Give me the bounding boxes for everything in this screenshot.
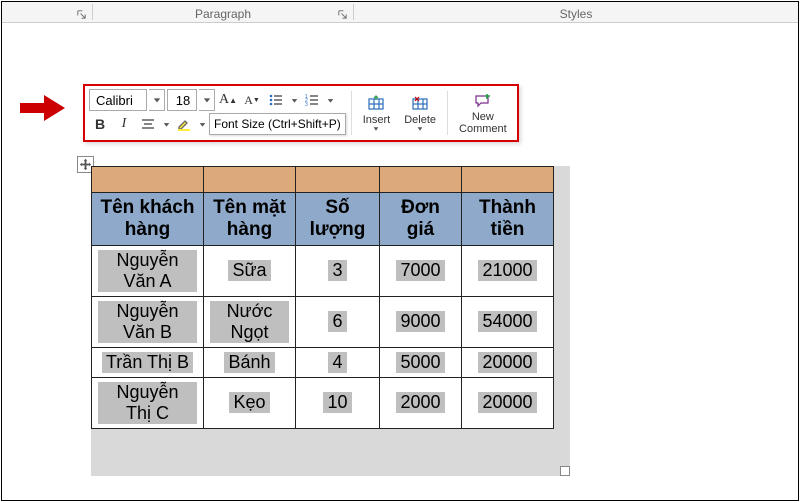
table-row[interactable]: Nguyễn Thị C Kẹo 10 2000 20000 (92, 377, 554, 428)
highlight-dropdown-icon[interactable] (197, 113, 207, 135)
cell: Trần Thị B (102, 352, 193, 373)
col-header: Tên mặt hàng (204, 193, 296, 246)
paragraph-group-launcher-icon[interactable] (335, 7, 349, 21)
highlight-icon[interactable] (173, 113, 195, 135)
table-header-row: Tên khách hàng Tên mặt hàng Số lượng Đơn… (92, 193, 554, 246)
col-header: Thành tiền (462, 193, 554, 246)
font-name-dropdown-icon[interactable] (149, 89, 165, 111)
bold-icon[interactable]: B (89, 113, 111, 135)
delete-button[interactable]: Delete (398, 89, 442, 137)
cell: Bánh (224, 352, 274, 373)
styles-group-label: Styles (560, 7, 593, 21)
cell: 21000 (478, 260, 536, 281)
bullets-icon[interactable] (265, 89, 287, 111)
cell: 3 (328, 260, 346, 281)
numbering-dropdown-icon[interactable] (325, 89, 335, 111)
annotation-arrow-icon (20, 95, 65, 121)
table-row[interactable]: Nguyễn Văn B Nước Ngọt 6 9000 54000 (92, 296, 554, 347)
align-icon[interactable] (137, 113, 159, 135)
cell: 2000 (396, 392, 444, 413)
cell: Nguyễn Văn A (98, 250, 197, 292)
font-size-dropdown-icon[interactable] (199, 89, 215, 111)
shrink-font-icon[interactable]: A▼ (241, 89, 263, 111)
cell: 54000 (478, 311, 536, 332)
table-row[interactable]: Trần Thị B Bánh 4 5000 20000 (92, 347, 554, 377)
bullets-dropdown-icon[interactable] (289, 89, 299, 111)
font-name-input[interactable]: Calibri (89, 89, 147, 111)
new-comment-label-1: New (472, 111, 494, 123)
cell: 10 (323, 392, 351, 413)
table-header-spacer-row (92, 167, 554, 193)
col-header: Số lượng (296, 193, 380, 246)
cell: 20000 (478, 352, 536, 373)
cell: Nguyễn Thị C (98, 382, 197, 424)
new-comment-icon (474, 91, 492, 111)
grow-font-icon[interactable]: A▲ (217, 89, 239, 111)
cell: 5000 (396, 352, 444, 373)
col-header: Tên khách hàng (92, 193, 204, 246)
font-size-input[interactable]: 18 (167, 89, 197, 111)
italic-icon[interactable]: I (113, 113, 135, 135)
font-group-launcher-icon[interactable] (74, 7, 88, 21)
cell: Kẹo (229, 392, 269, 413)
align-dropdown-icon[interactable] (161, 113, 171, 135)
cell: Nước Ngọt (210, 301, 289, 343)
cell: 6 (328, 311, 346, 332)
table-resize-handle-icon[interactable] (560, 466, 570, 476)
cell: Sữa (228, 260, 270, 281)
ribbon-group-strip: Paragraph Styles (2, 2, 798, 23)
delete-table-icon (411, 94, 429, 114)
cell: 7000 (396, 260, 444, 281)
new-comment-label-2: Comment (459, 123, 507, 135)
cell: 20000 (478, 392, 536, 413)
data-table[interactable]: Tên khách hàng Tên mặt hàng Số lượng Đơn… (91, 166, 554, 429)
cell: 4 (328, 352, 346, 373)
chevron-down-icon (416, 126, 424, 132)
mini-toolbar: Calibri 18 A▲ A▼ 123 B I Font Size (Ctrl… (83, 84, 519, 142)
tooltip: Font Size (Ctrl+Shift+P) (209, 113, 346, 135)
table-row[interactable]: Nguyễn Văn A Sữa 3 7000 21000 (92, 245, 554, 296)
insert-table-icon (367, 94, 385, 114)
chevron-down-icon (372, 126, 380, 132)
paragraph-group-label: Paragraph (195, 7, 251, 21)
insert-button[interactable]: Insert (357, 89, 397, 137)
cell: 9000 (396, 311, 444, 332)
cell: Nguyễn Văn B (98, 301, 197, 343)
numbering-icon[interactable]: 123 (301, 89, 323, 111)
col-header: Đơn giá (380, 193, 462, 246)
insert-label: Insert (363, 114, 391, 126)
new-comment-button[interactable]: New Comment (453, 89, 513, 137)
delete-label: Delete (404, 114, 436, 126)
svg-text:3: 3 (305, 102, 308, 108)
